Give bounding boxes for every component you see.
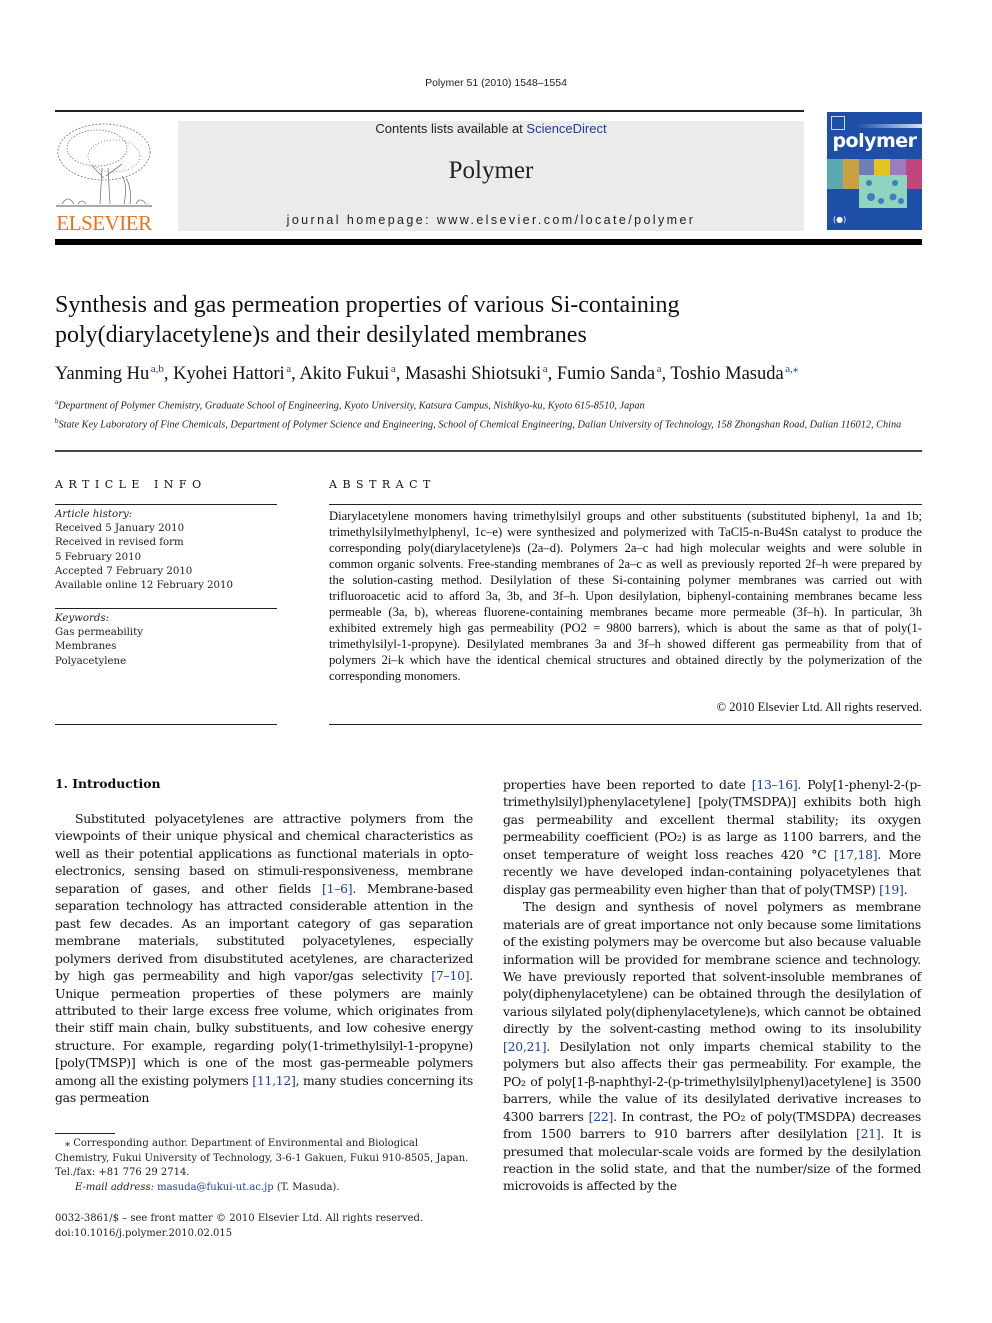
citation-link[interactable]: [22] xyxy=(589,1109,614,1124)
corresponding-author-footnote: ⁎ Corresponding author. Department of En… xyxy=(55,1137,473,1195)
cover-gradient-bar xyxy=(857,124,922,128)
abstract-copyright: © 2010 Elsevier Ltd. All rights reserved… xyxy=(716,700,922,714)
email-suffix: (T. Masuda). xyxy=(273,1181,340,1193)
journal-homepage-link[interactable]: journal homepage: www.elsevier.com/locat… xyxy=(178,213,804,227)
elsevier-tree-icon xyxy=(56,123,152,207)
abstract-text: Diarylacetylene monomers having trimethy… xyxy=(329,509,922,683)
keyword: Membranes xyxy=(55,641,117,653)
journal-citation: Polymer 51 (2010) 1548–1554 xyxy=(425,77,567,89)
email-label: E-mail address: xyxy=(75,1181,154,1193)
article-info-heading: ARTICLE INFO xyxy=(55,478,207,491)
header-rule-thin xyxy=(55,110,804,112)
keywords: Keywords: Gas permeability Membranes Pol… xyxy=(55,612,277,669)
history-entry: Received 5 January 2010 xyxy=(55,523,185,535)
footnote-star: ⁎ xyxy=(65,1138,70,1149)
author-affiliation-mark: a xyxy=(542,363,548,375)
citation-link[interactable]: [13–16] xyxy=(752,777,798,792)
author-affiliation-mark: a,b xyxy=(150,363,164,375)
author-affiliation-mark: a xyxy=(390,363,396,375)
article-history: Article history: Received 5 January 2010… xyxy=(55,508,277,593)
citation-link[interactable]: [21] xyxy=(856,1126,881,1141)
history-entry: 5 February 2010 xyxy=(55,551,142,563)
text-run: . Unique permeation properties of these … xyxy=(55,968,473,1088)
footnote-rule xyxy=(55,1133,115,1134)
author[interactable]: Fumio Sanda a xyxy=(557,363,662,384)
article-title-line: Synthesis and gas permeation properties … xyxy=(55,292,680,318)
paragraph: Substituted polyacetylenes are attractiv… xyxy=(55,810,473,1107)
citation-link[interactable]: [1–6] xyxy=(322,881,353,896)
divider xyxy=(55,504,277,505)
header-rule-thick xyxy=(55,239,922,245)
sciencedirect-link[interactable]: ScienceDirect xyxy=(526,121,606,136)
article-title: Synthesis and gas permeation properties … xyxy=(55,290,935,350)
body-column-right: properties have been reported to date [1… xyxy=(503,776,921,1195)
history-entry: Available online 12 February 2010 xyxy=(55,580,234,592)
author-affiliation-mark: a,⁎ xyxy=(785,363,799,375)
keyword: Polyacetylene xyxy=(55,655,127,667)
citation-link[interactable]: [20,21] xyxy=(503,1039,547,1054)
affiliations: aDepartment of Polymer Chemistry, Gradua… xyxy=(55,395,925,433)
doi-link[interactable]: doi:10.1016/j.polymer.2010.02.015 xyxy=(55,1226,473,1241)
elsevier-logo[interactable]: ELSEVIER xyxy=(52,118,156,236)
abstract-heading: ABSTRACT xyxy=(329,478,436,491)
cover-footer-icon: (●) xyxy=(833,215,847,224)
paragraph: properties have been reported to date [1… xyxy=(503,776,921,898)
author-list: Yanming Hu a,b, Kyohei Hattori a, Akito … xyxy=(55,363,799,385)
contents-prefix: Contents lists available at xyxy=(375,121,527,136)
text-run: . xyxy=(903,881,908,897)
author-affiliation-mark: a xyxy=(286,363,292,375)
author[interactable]: Kyohei Hattori a xyxy=(173,363,292,384)
divider xyxy=(55,724,277,725)
history-entry: Accepted 7 February 2010 xyxy=(55,565,193,577)
section-heading-introduction: 1. Introduction xyxy=(55,776,161,791)
author[interactable]: Masashi Shiotsuki a xyxy=(405,363,548,384)
affiliation: bState Key Laboratory of Fine Chemicals,… xyxy=(55,416,902,431)
front-matter-info: 0032-3861/$ – see front matter © 2010 El… xyxy=(55,1211,473,1241)
keyword: Gas permeability xyxy=(55,627,144,639)
text-run: . Membrane-based separation technology h… xyxy=(55,880,473,984)
author-affiliation-mark: a xyxy=(656,363,662,375)
citation-link[interactable]: [11,12] xyxy=(252,1073,296,1088)
citation-link[interactable]: [19] xyxy=(879,882,904,897)
divider xyxy=(55,608,277,609)
keywords-label: Keywords: xyxy=(55,613,110,624)
text-run: The design and synthesis of novel polyme… xyxy=(503,899,921,1037)
article-history-label: Article history: xyxy=(55,509,133,520)
footnote-text: Corresponding author. Department of Envi… xyxy=(55,1138,469,1178)
contents-availability: Contents lists available at ScienceDirec… xyxy=(178,121,804,136)
divider xyxy=(329,724,922,725)
author[interactable]: Yanming Hu a,b xyxy=(55,363,164,384)
author[interactable]: Akito Fukui a xyxy=(299,363,396,384)
article-title-line: poly(diarylacetylene)s and their desilyl… xyxy=(55,322,587,348)
journal-name: Polymer xyxy=(448,157,534,184)
divider xyxy=(55,450,922,452)
elsevier-wordmark: ELSEVIER xyxy=(56,211,152,235)
email-link[interactable]: masuda@fukui-ut.ac.jp xyxy=(157,1182,273,1193)
citation-link[interactable]: [17,18] xyxy=(834,847,878,862)
cover-molecule-image xyxy=(859,175,907,208)
divider xyxy=(329,504,922,505)
issn-line: 0032-3861/$ – see front matter © 2010 El… xyxy=(55,1213,424,1224)
cover-title: polymer xyxy=(832,130,917,152)
history-entry: Received in revised form xyxy=(55,537,184,549)
citation-link[interactable]: [7–10] xyxy=(431,968,469,983)
author[interactable]: Toshio Masuda a,⁎ xyxy=(670,363,799,384)
journal-cover-thumbnail[interactable]: polymer (●) xyxy=(827,112,922,230)
body-column-left: Substituted polyacetylenes are attractiv… xyxy=(55,810,473,1107)
cover-logo-icon xyxy=(831,116,845,130)
affiliation: aDepartment of Polymer Chemistry, Gradua… xyxy=(55,398,645,412)
text-run: properties have been reported to date xyxy=(503,777,752,792)
paragraph: The design and synthesis of novel polyme… xyxy=(503,898,921,1195)
